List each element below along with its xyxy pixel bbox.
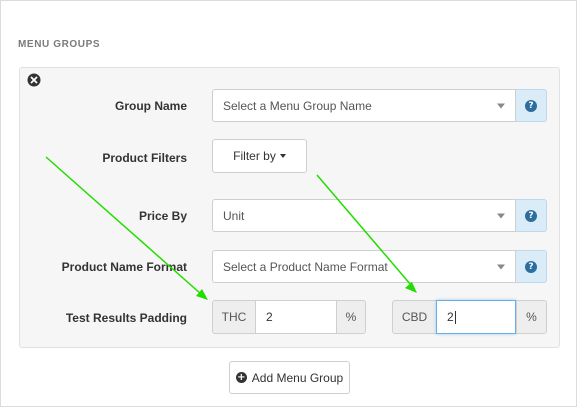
test-results-padding-label: Test Results Padding [65,311,187,325]
plus-circle-icon: + [235,372,247,383]
caret-down-icon [279,154,286,158]
app-frame: MENU GROUPS Group Name Select a Menu Gro… [0,0,577,407]
group-name-help-button[interactable]: ? [516,89,547,122]
filter-by-button[interactable]: Filter by [212,139,307,173]
thc-percent-addon: % [336,300,366,334]
caret-down-icon [497,264,505,269]
group-name-select[interactable]: Select a Menu Group Name [212,89,516,122]
product-name-format-select-text: Select a Product Name Format [223,259,388,274]
price-by-select[interactable]: Unit [212,199,516,232]
add-menu-group-button[interactable]: + Add Menu Group [229,361,350,394]
cbd-input-value: 2 [447,310,454,324]
thc-input[interactable]: 2 [256,300,337,334]
question-circle-icon: ? [525,260,537,273]
product-name-format-help-button[interactable]: ? [516,250,547,283]
price-by-label: Price By [138,209,187,223]
cbd-input[interactable]: 2 [436,300,516,334]
group-name-label: Group Name [114,99,187,113]
price-by-help-button[interactable]: ? [516,199,547,232]
thc-input-value: 2 [266,310,273,324]
product-name-format-select[interactable]: Select a Product Name Format [212,250,516,283]
group-name-select-text: Select a Menu Group Name [223,98,372,113]
question-circle-icon: ? [525,209,537,222]
text-cursor [454,310,456,324]
caret-down-icon [497,213,505,218]
product-filters-label: Product Filters [102,151,187,165]
question-circle-icon: ? [525,99,537,112]
filter-by-label: Filter by [233,149,276,163]
add-menu-group-label: Add Menu Group [251,370,344,385]
thc-addon: THC [212,300,256,334]
cbd-percent-addon: % [516,300,547,334]
product-name-format-label: Product Name Format [61,260,187,274]
remove-group-icon[interactable] [27,73,41,87]
section-title: MENU GROUPS [18,39,101,50]
caret-down-icon [497,103,505,108]
cbd-addon: CBD [392,300,437,334]
price-by-select-text: Unit [223,208,245,223]
